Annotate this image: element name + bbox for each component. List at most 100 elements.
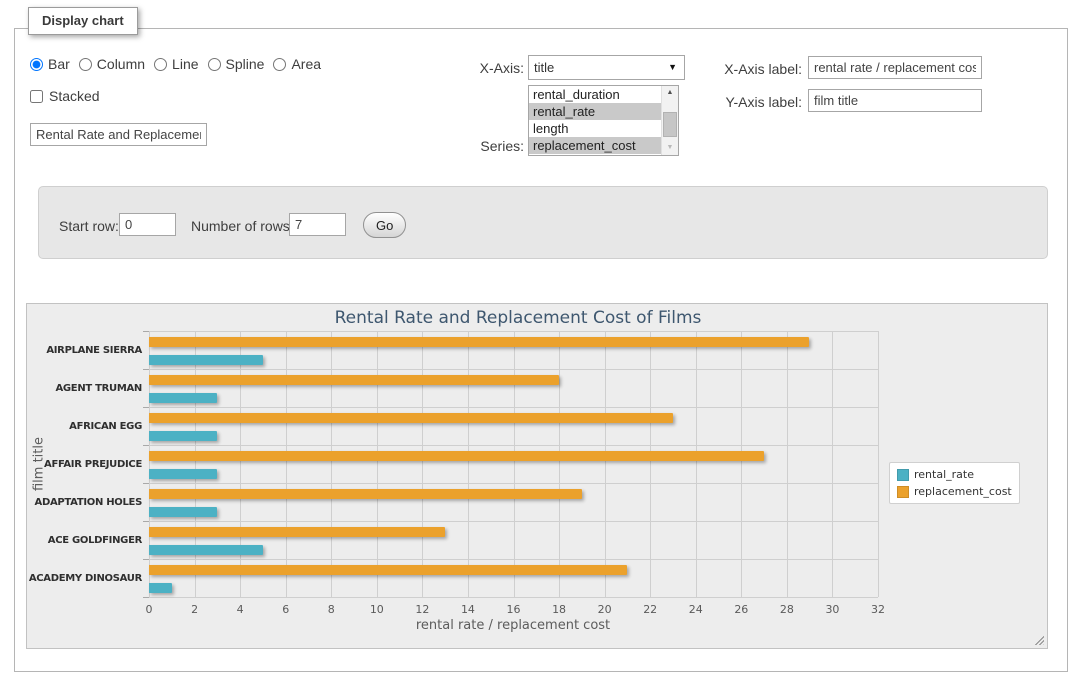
gridline-vertical: [559, 331, 560, 597]
chart-type-radio-column[interactable]: [79, 58, 92, 71]
y-axis-tick: [143, 445, 149, 446]
gridline-horizontal: [149, 597, 878, 598]
chart-type-option-area: Area: [273, 56, 321, 72]
y-axis-tick: [143, 331, 149, 332]
gridline-horizontal: [149, 445, 878, 446]
x-axis-tick-label: 16: [507, 603, 521, 616]
x-axis-tick-label: 28: [780, 603, 794, 616]
x-axis-tick-label: 20: [598, 603, 612, 616]
bar-replacement_cost[interactable]: [149, 489, 582, 499]
chart-type-option-label: Bar: [48, 56, 70, 72]
x-axis-selected-value: title: [534, 60, 554, 75]
chart-type-option-label: Spline: [226, 56, 265, 72]
stacked-label: Stacked: [49, 88, 100, 104]
series-scrollbar[interactable]: ▲ ▼: [661, 86, 678, 155]
bar-replacement_cost[interactable]: [149, 413, 673, 423]
bar-replacement_cost[interactable]: [149, 337, 809, 347]
series-listbox[interactable]: rental_durationrental_ratelengthreplacem…: [528, 85, 679, 156]
legend-item-replacement_cost[interactable]: replacement_cost: [897, 485, 1012, 498]
gridline-horizontal: [149, 483, 878, 484]
bar-rental_rate[interactable]: [149, 431, 217, 441]
num-rows-input[interactable]: [289, 213, 346, 236]
chart-type-option-spline: Spline: [208, 56, 265, 72]
chart-type-option-line: Line: [154, 56, 198, 72]
gridline-vertical: [286, 331, 287, 597]
x-axis-tick-label: 10: [370, 603, 384, 616]
gridline-vertical: [696, 331, 697, 597]
gridline-vertical: [787, 331, 788, 597]
scrollbar-thumb[interactable]: [663, 112, 677, 137]
gridline-horizontal: [149, 331, 878, 332]
stacked-checkbox-row: Stacked: [30, 88, 100, 104]
bar-rental_rate[interactable]: [149, 355, 263, 365]
x-axis-label-input[interactable]: [808, 56, 982, 79]
gridline-vertical: [331, 331, 332, 597]
gridline-vertical: [605, 331, 606, 597]
bar-rental_rate[interactable]: [149, 469, 217, 479]
go-button[interactable]: Go: [363, 212, 406, 238]
category-label: ADAPTATION HOLES: [27, 483, 142, 521]
scroll-down-icon[interactable]: ▼: [662, 141, 678, 155]
bar-rental_rate[interactable]: [149, 393, 217, 403]
category-label: AIRPLANE SIERRA: [27, 331, 142, 369]
num-rows-label: Number of rows:: [191, 218, 294, 234]
bar-rental_rate[interactable]: [149, 583, 172, 593]
bar-replacement_cost[interactable]: [149, 375, 559, 385]
bar-replacement_cost[interactable]: [149, 527, 445, 537]
category-label: ACE GOLDFINGER: [27, 521, 142, 559]
gridline-horizontal: [149, 369, 878, 370]
chart-container: Rental Rate and Replacement Cost of Film…: [26, 303, 1048, 649]
x-axis-tick-label: 14: [461, 603, 475, 616]
bar-replacement_cost[interactable]: [149, 565, 627, 575]
start-row-input[interactable]: [119, 213, 176, 236]
chart-title: Rental Rate and Replacement Cost of Film…: [335, 308, 702, 328]
chart-x-axis-title: rental rate / replacement cost: [416, 618, 610, 633]
bar-rental_rate[interactable]: [149, 507, 217, 517]
series-option-length[interactable]: length: [529, 120, 661, 137]
bar-replacement_cost[interactable]: [149, 451, 764, 461]
y-axis-label-field-text: Y-Axis label:: [718, 94, 802, 110]
x-axis-label-field-text: X-Axis label:: [718, 61, 802, 77]
chart-type-radio-group: Bar Column Line Spline Area: [30, 56, 330, 72]
gridline-vertical: [377, 331, 378, 597]
gridline-vertical: [240, 331, 241, 597]
series-options: rental_durationrental_ratelengthreplacem…: [529, 86, 661, 155]
bar-rental_rate[interactable]: [149, 545, 263, 555]
chevron-down-icon: ▼: [668, 56, 677, 79]
resize-handle-icon[interactable]: [1033, 634, 1044, 645]
series-option-rental_duration[interactable]: rental_duration: [529, 86, 661, 103]
chart-title-input[interactable]: [30, 123, 207, 146]
x-axis-tick-label: 30: [825, 603, 839, 616]
series-option-replacement_cost[interactable]: replacement_cost: [529, 137, 661, 154]
chart-type-radio-spline[interactable]: [208, 58, 221, 71]
x-axis-tick-label: 22: [643, 603, 657, 616]
chart-type-option-label: Column: [97, 56, 145, 72]
chart-legend: rental_rate replacement_cost: [889, 462, 1020, 504]
legend-swatch: [897, 486, 909, 498]
legend-label: rental_rate: [914, 468, 974, 481]
chart-type-radio-line[interactable]: [154, 58, 167, 71]
y-axis-label-input[interactable]: [808, 89, 982, 112]
stacked-checkbox[interactable]: [30, 90, 43, 103]
chart-type-radio-bar[interactable]: [30, 58, 43, 71]
legend-item-rental_rate[interactable]: rental_rate: [897, 468, 1012, 481]
y-axis-tick: [143, 483, 149, 484]
x-axis-tick-label: 24: [689, 603, 703, 616]
chart-type-option-column: Column: [79, 56, 145, 72]
x-axis-select[interactable]: title ▼: [528, 55, 685, 80]
series-label-text: Series:: [440, 138, 524, 154]
gridline-vertical: [878, 331, 879, 597]
category-label: AFFAIR PREJUDICE: [27, 445, 142, 483]
gridline-vertical: [832, 331, 833, 597]
x-axis-tick-label: 32: [871, 603, 885, 616]
gridline-vertical: [650, 331, 651, 597]
x-axis-label-text: X-Axis:: [440, 60, 524, 76]
gridline-vertical: [514, 331, 515, 597]
scroll-up-icon[interactable]: ▲: [662, 86, 678, 100]
x-axis-tick-label: 4: [237, 603, 244, 616]
x-axis-tick-label: 6: [282, 603, 289, 616]
chart-type-radio-area[interactable]: [273, 58, 286, 71]
x-axis-tick-label: 26: [734, 603, 748, 616]
series-option-rental_rate[interactable]: rental_rate: [529, 103, 661, 120]
fieldset-legend: Display chart: [28, 7, 138, 35]
